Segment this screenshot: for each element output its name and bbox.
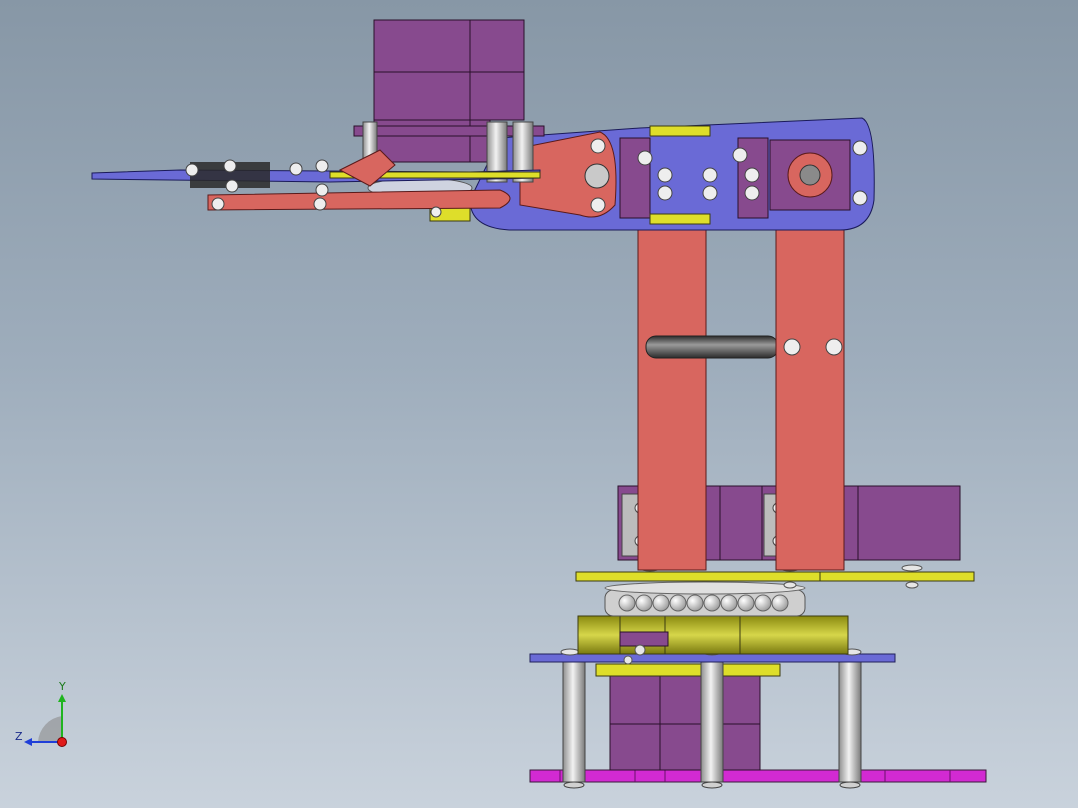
ball-bearing-ring xyxy=(604,581,806,617)
base-servo xyxy=(595,663,781,771)
robot-arm-model[interactable] xyxy=(0,0,1078,808)
base-plate-bottom xyxy=(529,769,987,783)
view-triad: Y Z xyxy=(14,680,84,756)
triad-z-label: Z xyxy=(15,730,23,743)
crossbar-rod xyxy=(645,335,779,359)
cad-graphics-viewport[interactable]: Y Z xyxy=(0,0,1078,808)
triad-y-label: Y xyxy=(59,680,66,693)
base-standoffs xyxy=(562,659,862,789)
upper-arm-link-left xyxy=(637,219,707,571)
view-orientation-triad-icon xyxy=(24,694,67,747)
